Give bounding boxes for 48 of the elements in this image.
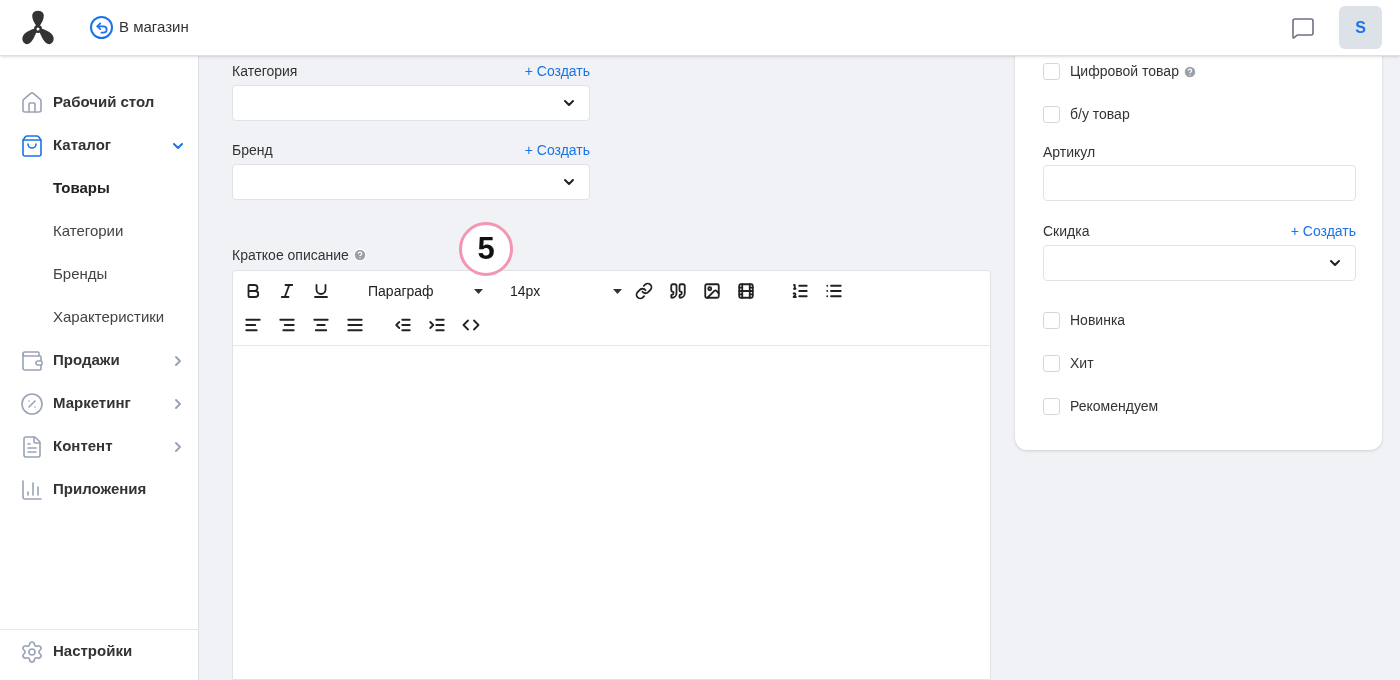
checkbox[interactable] <box>1043 63 1060 80</box>
help-icon <box>1182 64 1197 79</box>
create-link[interactable]: + Создать <box>524 140 590 161</box>
checkbox-label: Рекомендуем <box>1070 397 1159 416</box>
checkbox-label: б/у товар <box>1070 105 1130 124</box>
percent-icon <box>20 391 44 416</box>
create-link[interactable]: + Создать <box>1290 221 1356 242</box>
checkbox-label: Новинка <box>1070 311 1126 330</box>
nav-subitem[interactable]: Категории <box>0 210 198 253</box>
shopping-bag-icon <box>20 133 44 158</box>
document-icon <box>20 434 44 459</box>
nav-item[interactable]: Продажи <box>0 339 198 382</box>
checkbox[interactable] <box>1043 312 1060 329</box>
nav-subitem[interactable]: Бренды <box>0 253 198 296</box>
checkbox-label: Цифровой товар <box>1070 62 1179 81</box>
nav-item[interactable]: Контент <box>0 425 198 468</box>
checkbox[interactable] <box>1043 355 1060 372</box>
home-icon <box>20 90 44 115</box>
store-link[interactable]: В магазин <box>90 16 189 39</box>
checkbox[interactable] <box>1043 106 1060 123</box>
create-link[interactable]: + Создать <box>524 61 590 82</box>
bar-chart-icon <box>20 477 44 502</box>
field-label: Краткое описание <box>232 245 349 265</box>
field-label: Артикул <box>1043 143 1096 162</box>
field-label: Бренд <box>232 141 273 160</box>
nav-subitem[interactable]: Товары <box>0 167 198 210</box>
select-field[interactable] <box>232 164 590 200</box>
font-size-dropdown[interactable]: 14px <box>510 280 622 302</box>
wallet-icon <box>20 348 44 373</box>
settings-icon <box>20 639 44 664</box>
field-label: Категория <box>232 62 298 81</box>
settings-nav-item[interactable]: Настройки <box>0 629 198 673</box>
nav-subitem[interactable]: Характеристики <box>0 296 198 339</box>
select-field[interactable] <box>232 85 590 121</box>
help-icon <box>352 248 367 262</box>
caret-icon <box>474 288 483 294</box>
checkbox[interactable] <box>1043 398 1060 415</box>
field-label: Скидка <box>1043 222 1090 241</box>
nav-item[interactable]: Рабочий стол <box>0 81 198 124</box>
block-format-dropdown[interactable]: Параграф <box>368 280 483 302</box>
checkbox-label: Хит <box>1070 354 1094 373</box>
caret-icon <box>613 288 622 294</box>
input-field[interactable] <box>1043 165 1356 201</box>
nav-item[interactable]: Каталог <box>0 124 198 167</box>
nav-item[interactable]: Маркетинг <box>0 382 198 425</box>
nav-item[interactable]: Приложения <box>0 468 198 511</box>
select-field[interactable] <box>1043 245 1356 281</box>
step-number-badge: 5 <box>459 222 513 276</box>
